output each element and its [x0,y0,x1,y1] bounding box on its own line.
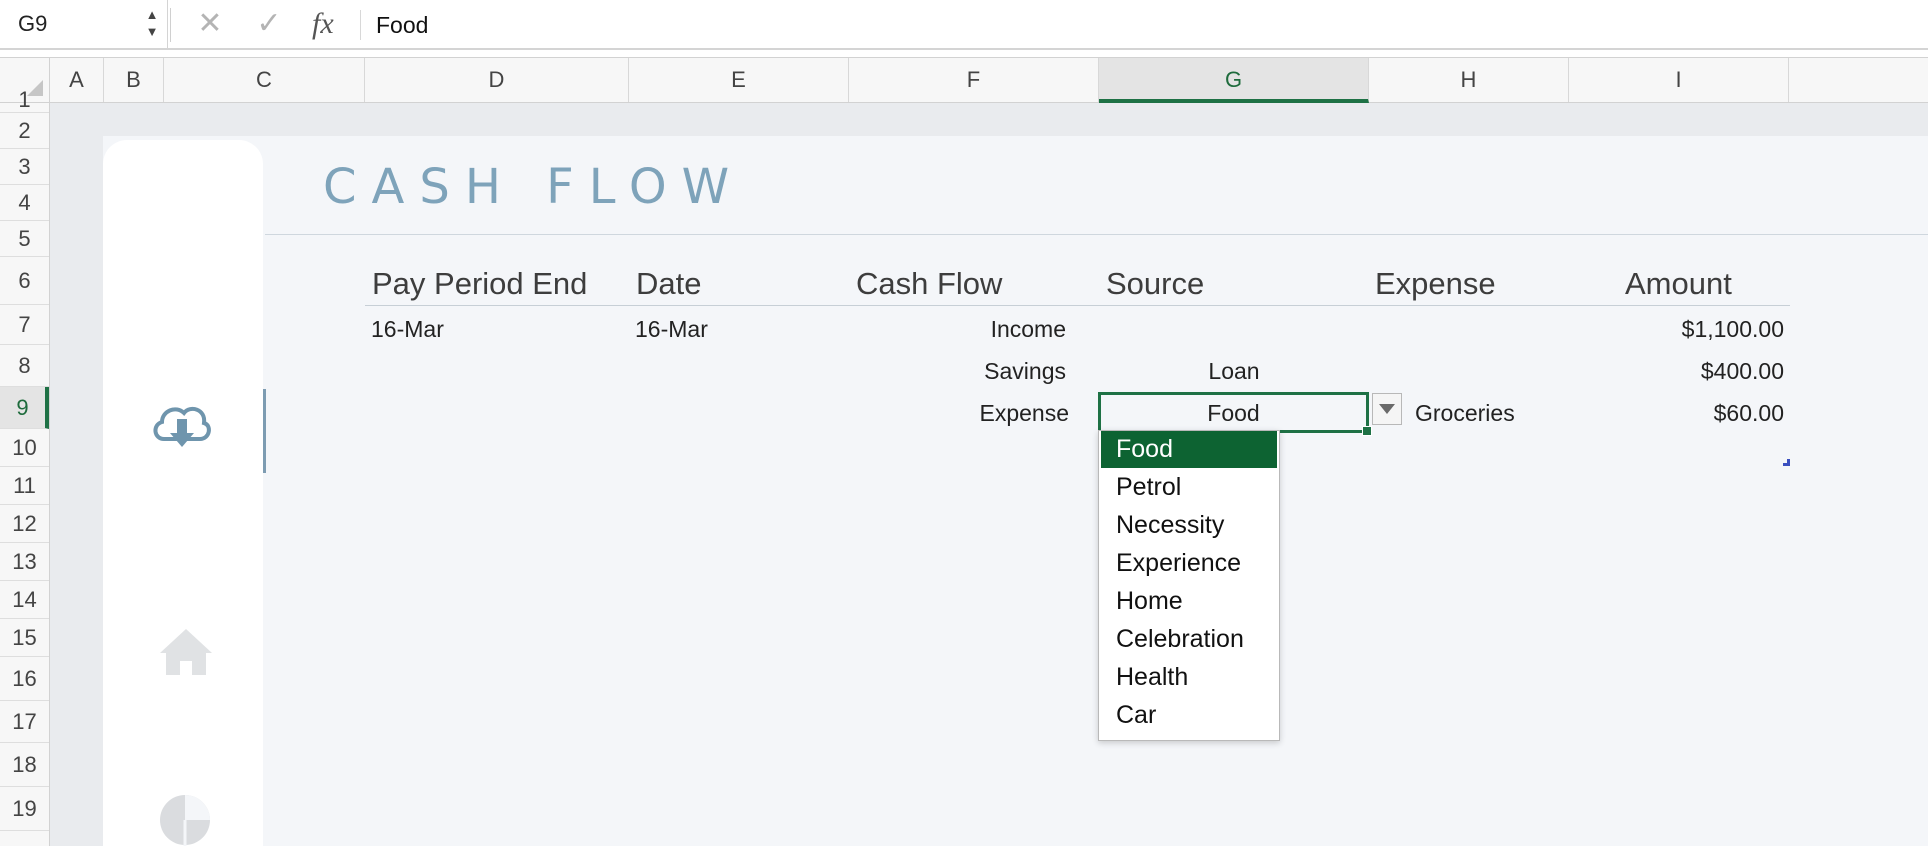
dropdown-option-health[interactable]: Health [1101,659,1277,696]
row-header[interactable]: 3 [0,149,49,185]
column-header-bar: A B C D E F G H I [0,57,1928,103]
column-header-c[interactable]: C [164,58,365,102]
cell-f9[interactable]: Expense [850,400,1069,427]
title-divider [265,234,1928,235]
row-header[interactable]: 4 [0,185,49,221]
formula-bar: G9 ▲ ▼ ✕ ✓ fx Food [0,0,1928,50]
row-header[interactable]: 14 [0,581,49,619]
name-box[interactable]: G9 [0,0,168,48]
formula-input[interactable]: Food [376,0,428,48]
header-date[interactable]: Date [636,266,701,302]
header-divider [365,305,1790,306]
cloud-download-icon[interactable] [150,399,214,460]
selection-corner-marker [1783,459,1790,466]
header-expense[interactable]: Expense [1375,266,1496,302]
row-header[interactable]: 2 [0,113,49,149]
row-header[interactable]: 5 [0,221,49,257]
name-box-value: G9 [18,11,48,36]
check-icon[interactable]: ✓ [249,4,289,44]
dropdown-option-petrol[interactable]: Petrol [1101,469,1277,506]
cell-d7[interactable]: 16-Mar [371,316,444,343]
column-header-e[interactable]: E [629,58,849,102]
row-header[interactable]: 11 [0,467,49,505]
cell-g8[interactable]: Loan [1099,358,1369,385]
chevron-down-icon [1379,404,1395,414]
row-header-bar: 1 2 3 4 5 6 7 8 9 10 11 12 13 14 15 16 1… [0,89,50,846]
dropdown-option-celebration[interactable]: Celebration [1101,621,1277,658]
navigation-sidebar [103,140,263,846]
dropdown-option-car[interactable]: Car [1101,697,1277,734]
close-icon[interactable]: ✕ [190,4,230,44]
pie-chart-icon[interactable] [158,793,212,851]
active-nav-indicator [263,389,266,473]
header-amount[interactable]: Amount [1625,266,1732,302]
row-header[interactable]: 12 [0,505,49,543]
active-cell-g9[interactable]: Food [1098,392,1372,436]
dropdown-arrow-button[interactable] [1372,393,1402,425]
cell-i8[interactable]: $400.00 [1570,358,1784,385]
fill-handle[interactable] [1362,426,1372,436]
cell-e7[interactable]: 16-Mar [635,316,708,343]
dropdown-option-experience[interactable]: Experience [1101,545,1277,582]
row-header-active[interactable]: 9 [0,387,49,429]
row-header[interactable]: 16 [0,657,49,701]
sheet-title: CASH FLOW [323,159,745,215]
row-header[interactable]: 13 [0,543,49,581]
home-icon[interactable] [158,625,214,682]
header-pay-period-end[interactable]: Pay Period End [372,266,587,302]
function-icon[interactable]: fx [312,4,334,44]
validation-dropdown-list[interactable]: Food Petrol Necessity Experience Home Ce… [1098,430,1280,741]
row-header[interactable]: 8 [0,345,49,387]
column-header-h[interactable]: H [1369,58,1569,102]
row-header[interactable]: 7 [0,305,49,345]
row-header[interactable]: 19 [0,787,49,831]
column-header-a[interactable]: A [50,58,104,102]
cell-h9[interactable]: Groceries [1415,400,1515,427]
name-box-stepper-icon[interactable]: ▲ ▼ [144,6,160,42]
cell-i9[interactable]: $60.00 [1570,400,1784,427]
row-header[interactable]: 15 [0,619,49,657]
cell-i7[interactable]: $1,100.00 [1570,316,1784,343]
row-header[interactable]: 6 [0,257,49,305]
column-header-f[interactable]: F [849,58,1099,102]
row-header[interactable]: 18 [0,743,49,787]
row-header[interactable]: 10 [0,429,49,467]
content-panel [103,136,1928,846]
row-header[interactable]: 17 [0,701,49,743]
sheet-area[interactable]: CASH FLOW Pay Period End Date Cash Flow … [50,103,1928,846]
column-header-g[interactable]: G [1099,58,1369,103]
cell-f7[interactable]: Income [850,316,1066,343]
column-header-i[interactable]: I [1569,58,1789,102]
column-header-b[interactable]: B [104,58,164,102]
dropdown-option-necessity[interactable]: Necessity [1101,507,1277,544]
formula-bar-divider [170,8,171,42]
cell-f8[interactable]: Savings [850,358,1066,385]
cell-g9-value: Food [1207,400,1260,426]
dropdown-option-home[interactable]: Home [1101,583,1277,620]
column-header-d[interactable]: D [365,58,629,102]
header-source[interactable]: Source [1106,266,1204,302]
header-cash-flow[interactable]: Cash Flow [856,266,1002,302]
formula-bar-divider [360,10,361,40]
dropdown-option-food[interactable]: Food [1101,431,1277,468]
row-header[interactable]: 1 [0,89,49,113]
